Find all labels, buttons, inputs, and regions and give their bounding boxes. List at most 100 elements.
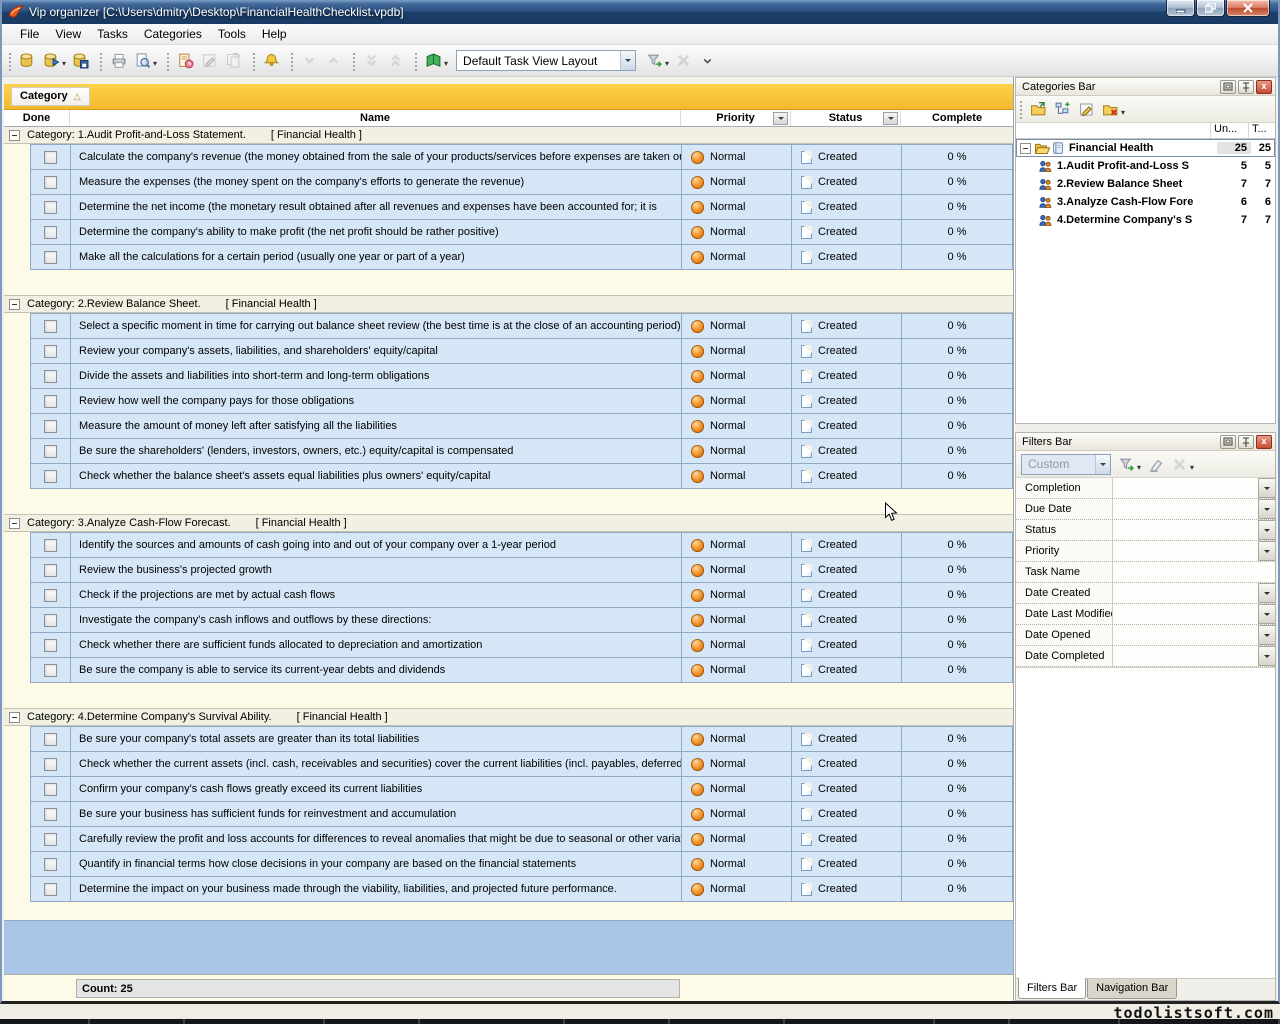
task-priority-cell[interactable]: Normal	[682, 439, 792, 463]
task-row[interactable]: Be sure the company is able to service i…	[31, 658, 1012, 683]
task-name-cell[interactable]: Check if the projections are met by actu…	[71, 583, 682, 607]
task-view-layout-combo[interactable]: Default Task View Layout	[456, 50, 636, 71]
task-checkbox[interactable]	[44, 345, 57, 358]
dropdown-caret-icon[interactable]: ▾	[665, 59, 669, 68]
filter-value-field[interactable]	[1113, 646, 1258, 666]
task-checkbox[interactable]	[44, 883, 57, 896]
task-priority-cell[interactable]: Normal	[682, 314, 792, 338]
task-priority-cell[interactable]: Normal	[682, 727, 792, 751]
task-checkbox[interactable]	[44, 151, 57, 164]
edit-task-button[interactable]	[197, 49, 221, 73]
task-status-cell[interactable]: Created	[792, 314, 902, 338]
task-complete-cell[interactable]: 0 %	[902, 727, 1012, 751]
task-status-cell[interactable]: Created	[792, 220, 902, 244]
task-row[interactable]: Check whether the current assets (incl. …	[31, 752, 1012, 777]
task-complete-cell[interactable]: 0 %	[902, 583, 1012, 607]
filter-value-field[interactable]	[1113, 499, 1258, 519]
filter-dropdown-icon[interactable]	[1258, 499, 1275, 519]
task-checkbox[interactable]	[44, 539, 57, 552]
close-button[interactable]	[1226, 0, 1270, 17]
task-status-cell[interactable]: Created	[792, 414, 902, 438]
task-name-cell[interactable]: Be sure your company's total assets are …	[71, 727, 682, 751]
tree-column-total[interactable]: T...	[1249, 123, 1275, 138]
print-button[interactable]	[106, 49, 130, 73]
dropdown-caret-icon[interactable]: ▾	[153, 59, 157, 68]
task-status-cell[interactable]: Created	[792, 558, 902, 582]
minimize-button[interactable]	[1166, 0, 1195, 17]
task-name-cell[interactable]: Quantify in financial terms how close de…	[71, 852, 682, 876]
group-header[interactable]: Category: 3.Analyze Cash-Flow Forecast. …	[4, 515, 1013, 532]
task-complete-cell[interactable]: 0 %	[902, 558, 1012, 582]
task-name-cell[interactable]: Identify the sources and amounts of cash…	[71, 533, 682, 557]
status-filter-dropdown-icon[interactable]	[883, 112, 898, 125]
task-status-cell[interactable]: Created	[792, 439, 902, 463]
task-priority-cell[interactable]: Normal	[682, 195, 792, 219]
task-checkbox[interactable]	[44, 201, 57, 214]
task-name-cell[interactable]: Review the business's projected growth	[71, 558, 682, 582]
menu-file[interactable]: File	[12, 24, 47, 44]
task-name-cell[interactable]: Calculate the company's revenue (the mon…	[71, 145, 682, 169]
task-complete-cell[interactable]: 0 %	[902, 414, 1012, 438]
new-subcategory-button[interactable]	[1050, 97, 1074, 121]
task-status-cell[interactable]: Created	[792, 245, 902, 269]
print-preview-button[interactable]	[130, 49, 154, 73]
filter-dropdown-icon[interactable]	[1258, 478, 1275, 498]
task-row[interactable]: Review your company's assets, liabilitie…	[31, 339, 1012, 364]
task-priority-cell[interactable]: Normal	[682, 608, 792, 632]
task-checkbox[interactable]	[44, 589, 57, 602]
task-status-cell[interactable]: Created	[792, 195, 902, 219]
task-status-cell[interactable]: Created	[792, 339, 902, 363]
collapse-group-icon[interactable]	[9, 712, 20, 723]
tree-category-row[interactable]: 2.Review Balance Sheet 7 7	[1016, 175, 1275, 193]
task-complete-cell[interactable]: 0 %	[902, 658, 1012, 682]
task-status-cell[interactable]: Created	[792, 389, 902, 413]
task-priority-cell[interactable]: Normal	[682, 777, 792, 801]
collapse-tree-icon[interactable]	[1020, 143, 1031, 154]
panel-pin-icon[interactable]	[1238, 435, 1254, 449]
task-priority-cell[interactable]: Normal	[682, 827, 792, 851]
group-by-category-chip[interactable]: Category △	[11, 87, 90, 106]
collapse-group-icon[interactable]	[9, 299, 20, 310]
task-row[interactable]: Determine the impact on your business ma…	[31, 877, 1012, 902]
task-name-cell[interactable]: Be sure the company is able to service i…	[71, 658, 682, 682]
open-database-button[interactable]	[39, 49, 63, 73]
task-priority-cell[interactable]: Normal	[682, 245, 792, 269]
task-checkbox[interactable]	[44, 564, 57, 577]
task-priority-cell[interactable]: Normal	[682, 583, 792, 607]
move-down-button[interactable]	[297, 49, 321, 73]
filter-dropdown-icon[interactable]	[1258, 541, 1275, 561]
task-checkbox[interactable]	[44, 176, 57, 189]
task-complete-cell[interactable]: 0 %	[902, 364, 1012, 388]
task-complete-cell[interactable]: 0 %	[902, 170, 1012, 194]
task-checkbox[interactable]	[44, 470, 57, 483]
task-complete-cell[interactable]: 0 %	[902, 195, 1012, 219]
group-header[interactable]: Category: 4.Determine Company's Survival…	[4, 709, 1013, 726]
task-checkbox[interactable]	[44, 639, 57, 652]
tree-root-row[interactable]: Financial Health 25 25	[1016, 139, 1275, 157]
task-status-cell[interactable]: Created	[792, 608, 902, 632]
task-complete-cell[interactable]: 0 %	[902, 339, 1012, 363]
filter-value-field[interactable]	[1113, 562, 1275, 582]
task-name-cell[interactable]: Investigate the company's cash inflows a…	[71, 608, 682, 632]
task-row[interactable]: Divide the assets and liabilities into s…	[31, 364, 1012, 389]
task-complete-cell[interactable]: 0 %	[902, 314, 1012, 338]
new-category-button[interactable]	[1026, 97, 1050, 121]
task-row[interactable]: Be sure your business has sufficient fun…	[31, 802, 1012, 827]
task-checkbox[interactable]	[44, 251, 57, 264]
toolbar-options-button[interactable]	[695, 49, 719, 73]
task-checkbox[interactable]	[44, 733, 57, 746]
task-priority-cell[interactable]: Normal	[682, 533, 792, 557]
task-checkbox[interactable]	[44, 614, 57, 627]
panel-pin-icon[interactable]	[1238, 80, 1254, 94]
dropdown-caret-icon[interactable]: ▾	[62, 59, 66, 68]
filter-dropdown-icon[interactable]	[1258, 646, 1275, 666]
panel-close-icon[interactable]: x	[1256, 80, 1272, 94]
task-priority-cell[interactable]: Normal	[682, 752, 792, 776]
task-complete-cell[interactable]: 0 %	[902, 827, 1012, 851]
task-row[interactable]: Determine the net income (the monetary r…	[31, 195, 1012, 220]
filter-dropdown-icon[interactable]	[1258, 520, 1275, 540]
apply-filter-button[interactable]	[1114, 452, 1138, 476]
tree-category-row[interactable]: 1.Audit Profit-and-Loss S 5 5	[1016, 157, 1275, 175]
task-complete-cell[interactable]: 0 %	[902, 245, 1012, 269]
task-view-layout-button[interactable]	[421, 49, 445, 73]
